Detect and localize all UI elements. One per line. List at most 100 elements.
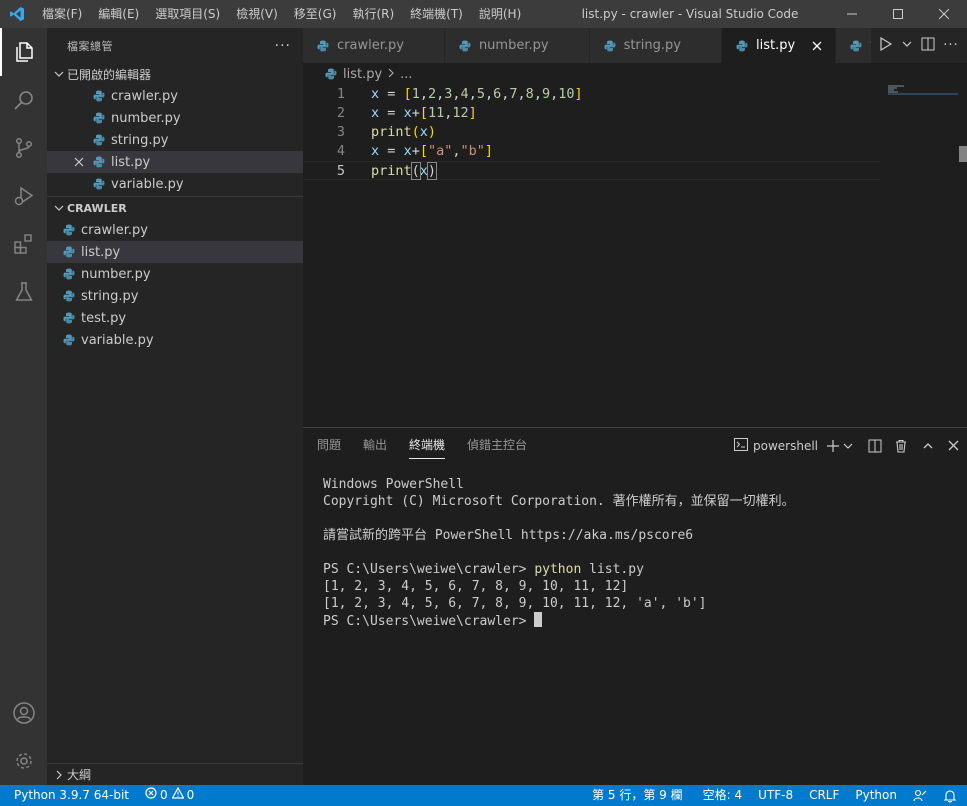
tab-label: crawler.py <box>337 38 404 53</box>
tab-terminal[interactable]: 終端機 <box>409 428 446 463</box>
menu-view[interactable]: 檢視(V) <box>228 0 286 28</box>
menu-bar: 檔案(F) 編輯(E) 選取項目(S) 檢視(V) 移至(G) 執行(R) 終端… <box>34 0 529 28</box>
file-item[interactable]: crawler.py <box>47 219 303 241</box>
panel-actions: powershell <box>726 428 959 463</box>
run-debug-icon[interactable] <box>0 172 47 220</box>
chevron-down-icon <box>51 203 67 213</box>
menu-edit[interactable]: 編輯(E) <box>90 0 147 28</box>
testing-icon[interactable] <box>0 268 47 316</box>
chevron-right-icon <box>51 770 67 780</box>
editor-tab[interactable]: list.py <box>721 28 837 63</box>
explorer-icon[interactable] <box>0 28 47 76</box>
editor-tab[interactable]: string.py <box>589 28 722 63</box>
menu-terminal[interactable]: 終端機(T) <box>402 0 471 28</box>
split-editor-icon[interactable] <box>921 37 935 55</box>
close-icon[interactable] <box>71 154 87 170</box>
code-line[interactable]: 2 x = x+[11,12] <box>303 104 967 123</box>
tab-debug-console[interactable]: 偵錯主控台 <box>467 428 527 463</box>
menu-run[interactable]: 執行(R) <box>344 0 402 28</box>
settings-gear-icon[interactable] <box>0 737 47 785</box>
file-item[interactable]: string.py <box>47 285 303 307</box>
code-editor[interactable]: 1 x = [1,2,3,4,5,6,7,8,9,10] 2 x = x+[11,12… <box>303 85 967 427</box>
python-file-icon <box>61 222 77 238</box>
terminal-command: python <box>534 562 582 577</box>
terminal-selector[interactable]: powershell <box>734 428 818 463</box>
maximize-panel-icon[interactable] <box>922 428 934 463</box>
file-item[interactable]: crawler.py <box>47 85 303 107</box>
close-icon[interactable] <box>809 41 825 51</box>
source-control-icon[interactable] <box>0 124 47 172</box>
tab-output[interactable]: 輸出 <box>363 428 387 463</box>
file-item[interactable]: variable.py <box>47 329 303 351</box>
editor-tab[interactable]: number.py <box>444 28 590 63</box>
file-item[interactable]: variable.py <box>47 173 303 195</box>
encoding[interactable]: UTF-8 <box>750 785 801 806</box>
menu-go[interactable]: 移至(G) <box>286 0 345 28</box>
close-button[interactable] <box>921 0 967 28</box>
trash-icon[interactable] <box>894 428 908 463</box>
file-item[interactable]: string.py <box>47 129 303 151</box>
terminal-line: [1, 2, 3, 4, 5, 6, 7, 8, 9, 10, 11, 12, … <box>323 596 707 611</box>
code-text: x = [1,2,3,4,5,6,7,8,9,10] <box>371 86 583 102</box>
code-line[interactable]: 3 print(x) <box>303 123 967 142</box>
editor-actions: ··· <box>871 28 967 63</box>
terminal-command-line: PS C:\Users\weiwe\crawler> python list.p… <box>323 561 953 578</box>
open-editors-list: crawler.py number.py string.py list.py varia… <box>47 85 303 195</box>
file-item[interactable]: list.py <box>47 241 303 263</box>
terminal-line: 請嘗試新的跨平台 PowerShell https://aka.ms/pscor… <box>323 528 694 543</box>
terminal-name: powershell <box>753 438 818 453</box>
editor-scrollbar[interactable] <box>959 146 967 162</box>
run-python-icon[interactable] <box>879 36 893 55</box>
menu-selection[interactable]: 選取項目(S) <box>147 0 228 28</box>
code-line[interactable]: 4 x = x+["a","b"] <box>303 142 967 161</box>
breadcrumb: list.py ... <box>303 63 967 85</box>
more-actions-icon[interactable]: ··· <box>275 38 291 54</box>
account-icon[interactable] <box>0 689 47 737</box>
extensions-icon[interactable] <box>0 220 47 268</box>
close-panel-icon[interactable] <box>948 428 959 463</box>
warning-icon <box>171 785 185 806</box>
chevron-down-icon[interactable] <box>902 38 912 53</box>
file-item[interactable]: test.py <box>47 307 303 329</box>
minimap[interactable] <box>888 85 958 105</box>
open-editors-header[interactable]: 已開啟的編輯器 <box>47 63 303 85</box>
code-text: x = x+["a","b"] <box>371 143 494 159</box>
code-line[interactable]: 1 x = [1,2,3,4,5,6,7,8,9,10] <box>303 85 967 104</box>
code-line[interactable]: 5 print(x) <box>303 161 881 180</box>
split-terminal-icon[interactable] <box>868 428 882 463</box>
open-editors-label: 已開啟的編輯器 <box>67 67 152 82</box>
more-actions-icon[interactable]: ··· <box>943 38 958 53</box>
terminal-prompt-line: PS C:\Users\weiwe\crawler> <box>323 612 953 629</box>
search-icon[interactable] <box>0 76 47 124</box>
outline-section-header[interactable]: 大綱 <box>47 763 303 785</box>
notifications-bell-icon[interactable] <box>935 789 967 803</box>
file-item[interactable]: number.py <box>47 263 303 285</box>
file-name: number.py <box>111 110 181 126</box>
language-mode[interactable]: Python <box>847 785 905 806</box>
indentation[interactable]: 空格: 4 <box>695 785 751 806</box>
terminal-output[interactable]: Windows PowerShell Copyright (C) Microso… <box>323 476 953 629</box>
minimize-button[interactable] <box>829 0 875 28</box>
menu-file[interactable]: 檔案(F) <box>34 0 90 28</box>
cursor-position[interactable]: 第 5 行，第 9 欄 <box>584 785 695 806</box>
code-text: print(x) <box>371 162 438 180</box>
editor-tab-bar: crawler.pynumber.pystring.pylist.pyvaria… <box>303 28 967 63</box>
feedback-icon[interactable] <box>905 789 935 803</box>
end-of-line[interactable]: CRLF <box>801 785 847 806</box>
python-file-icon <box>61 310 77 326</box>
line-number: 5 <box>336 163 345 179</box>
status-bar: Python 3.9.7 64-bit 0 0 第 5 行，第 9 欄 空格: … <box>0 785 967 806</box>
folder-header[interactable]: CRAWLER <box>47 197 303 219</box>
maximize-button[interactable] <box>875 0 921 28</box>
folder-label: CRAWLER <box>67 201 127 215</box>
python-interpreter[interactable]: Python 3.9.7 64-bit <box>0 785 137 806</box>
menu-help[interactable]: 說明(H) <box>471 0 529 28</box>
editor-tab[interactable]: crawler.py <box>303 28 445 63</box>
file-item[interactable]: number.py <box>47 107 303 129</box>
file-item[interactable]: list.py <box>47 151 303 173</box>
breadcrumb-symbol[interactable]: ... <box>400 67 412 82</box>
breadcrumb-file[interactable]: list.py <box>343 67 382 82</box>
tab-problems[interactable]: 問題 <box>317 428 341 463</box>
new-terminal-icon[interactable] <box>826 428 854 463</box>
problems-status[interactable]: 0 0 <box>137 785 202 806</box>
